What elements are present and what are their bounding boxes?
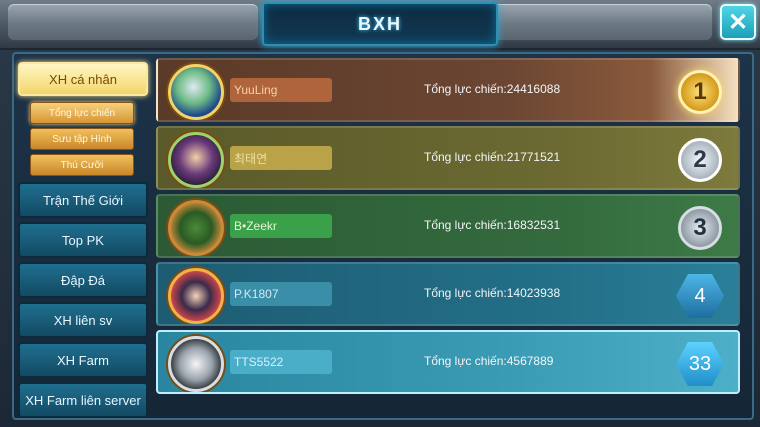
sidebar-item-label: Đập Đá [60,272,106,288]
sub-tab-tong-luc-chien[interactable]: Tổng lực chiến [30,102,134,124]
player-name: YuuLing [230,78,332,102]
rank-badge: 4 [672,266,728,324]
header-plate-left [8,4,258,42]
player-name: 최태연 [230,146,332,170]
sub-tab-label: Thú Cưỡi [60,159,104,171]
page-title: BXH [357,13,402,34]
ranking-row[interactable]: P.K1807 Tổng lực chiến:14023938 4 [156,262,740,326]
sidebar-item-label: Trận Thế Giới [42,192,124,208]
sidebar-item-label: Top PK [62,232,104,248]
sidebar-item-xh-lien-sv[interactable]: XH liên sv [18,302,148,338]
player-name: P.K1807 [230,282,332,306]
avatar [168,64,224,120]
avatar [168,200,224,256]
rank-medal: 1 [672,62,728,120]
sidebar: XH cá nhân Tổng lực chiến Sưu tập Hình T… [18,58,148,418]
header-plate-right [462,4,712,42]
hexagon-rank-icon: 33 [676,342,724,386]
sidebar-item-xh-farm[interactable]: XH Farm [18,342,148,378]
sidebar-item-label: XH cá nhân [49,71,117,87]
rank-badge: 33 [672,334,728,392]
bronze-medal-icon: 3 [678,206,722,250]
sidebar-item-label: XH Farm liên server [25,392,141,408]
sub-tab-label: Tổng lực chiến [48,107,116,119]
power-value: Tổng lực chiến:16832531 [424,218,561,232]
sub-tab-suu-tap-hinh[interactable]: Sưu tập Hình [30,128,134,150]
hexagon-rank-icon: 4 [676,274,724,318]
avatar [168,336,224,392]
rank-medal: 2 [672,130,728,188]
sidebar-item-label: XH Farm [57,352,109,368]
ranking-row-self[interactable]: TTS5522 Tổng lực chiến:4567889 33 [156,330,740,394]
sidebar-item-xh-farm-lien-server[interactable]: XH Farm liên server [18,382,148,418]
rank-medal: 3 [672,198,728,256]
close-button[interactable]: ✕ [720,4,756,40]
sidebar-item-tran-the-gioi[interactable]: Trận Thế Giới [18,182,148,218]
sub-tab-label: Sưu tập Hình [52,133,112,145]
silver-medal-icon: 2 [678,138,722,182]
header-bar: BXH ✕ [0,0,760,50]
avatar [168,132,224,188]
title-box: BXH [262,2,498,46]
power-value: Tổng lực chiến:4567889 [424,354,554,368]
player-name: TTS5522 [230,350,332,374]
sidebar-item-top-pk[interactable]: Top PK [18,222,148,258]
ranking-row[interactable]: 최태연 Tổng lực chiến:21771521 2 [156,126,740,190]
sub-tab-thu-cuoi[interactable]: Thú Cưỡi [30,154,134,176]
ranking-row[interactable]: B•Zeekr Tổng lực chiến:16832531 3 [156,194,740,258]
power-value: Tổng lực chiến:24416088 [424,82,561,96]
sidebar-item-label: XH liên sv [53,312,113,328]
player-name: B•Zeekr [230,214,332,238]
power-value: Tổng lực chiến:14023938 [424,286,561,300]
gold-medal-icon: 1 [678,70,722,114]
close-icon: ✕ [727,8,749,36]
ranking-row[interactable]: YuuLing Tổng lực chiến:24416088 1 [156,58,740,122]
power-value: Tổng lực chiến:21771521 [424,150,561,164]
sidebar-item-xh-ca-nhan[interactable]: XH cá nhân [18,62,148,96]
avatar [168,268,224,324]
sidebar-item-dap-da[interactable]: Đập Đá [18,262,148,298]
